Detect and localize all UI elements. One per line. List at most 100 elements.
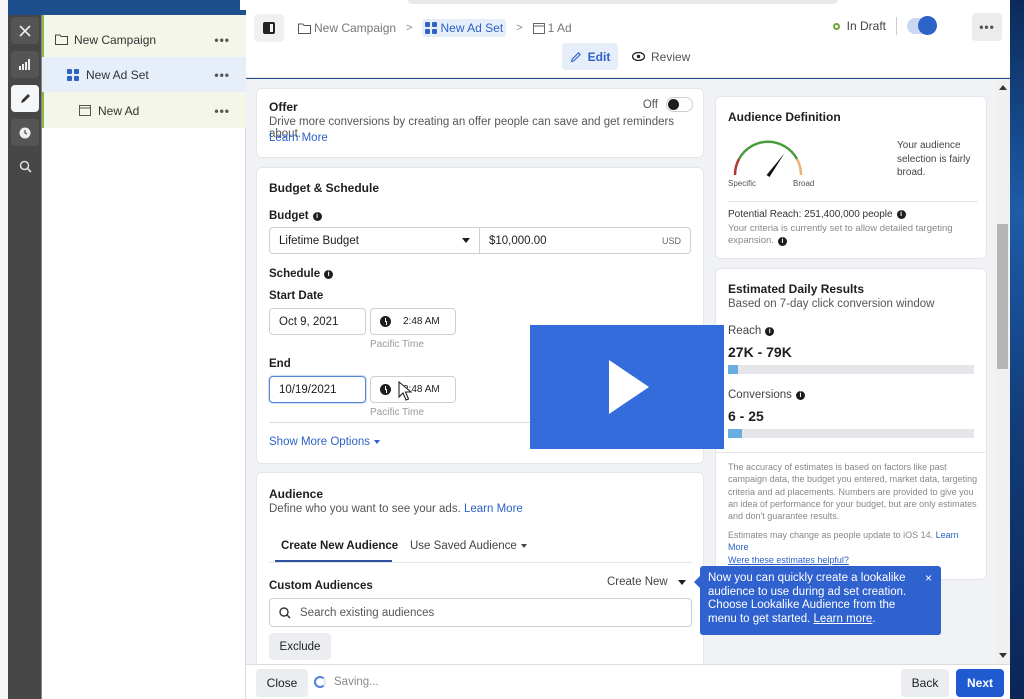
- tree-item-ad-set[interactable]: New Ad Set •••: [42, 57, 246, 92]
- offer-description: Drive more conversions by creating an of…: [269, 116, 675, 140]
- play-icon: [609, 360, 649, 414]
- schedule-label: Schedule i: [269, 268, 334, 280]
- tree-item-label: New Ad Set: [86, 67, 149, 82]
- breadcrumb-separator: >: [406, 22, 413, 34]
- reach-label: Reach i: [728, 325, 775, 337]
- currency-label: USD: [661, 235, 681, 246]
- folder-icon: [54, 34, 68, 46]
- draft-status-dot: [832, 22, 840, 30]
- scrollbar-thumb[interactable]: [997, 224, 1008, 369]
- tab-use-saved-audience[interactable]: Use Saved Audience: [410, 540, 527, 552]
- clock-icon: [380, 384, 391, 395]
- estimated-results-subtitle: Based on 7-day click conversion window: [728, 298, 935, 310]
- audience-learn-more-link[interactable]: Learn More: [464, 503, 523, 515]
- info-icon[interactable]: i: [777, 237, 787, 247]
- audience-description: Define who you want to see your ads. Lea…: [269, 503, 523, 515]
- end-time-input[interactable]: 2:48 AM: [370, 376, 456, 403]
- offer-learn-more-link[interactable]: Learn More: [269, 132, 328, 144]
- tree-item-ad[interactable]: New Ad •••: [42, 93, 246, 128]
- conversions-bar: [728, 429, 974, 438]
- info-icon[interactable]: i: [896, 210, 906, 219]
- offer-title: Offer: [269, 100, 298, 114]
- audience-card: Audience Define who you want to see your…: [256, 472, 704, 664]
- breadcrumb-campaign[interactable]: New Campaign: [298, 21, 396, 35]
- panel-toggle-button[interactable]: [254, 14, 284, 42]
- audience-gauge: [733, 140, 803, 178]
- info-icon[interactable]: i: [324, 269, 334, 279]
- tab-edit[interactable]: Edit: [562, 43, 618, 70]
- gauge-mid-segment: [737, 140, 799, 160]
- more-menu-button[interactable]: •••: [972, 13, 1002, 41]
- close-icon[interactable]: ×: [925, 571, 932, 586]
- budget-type-select[interactable]: Lifetime Budget: [269, 227, 480, 254]
- offer-card: Offer Off Drive more conversions by crea…: [256, 88, 704, 158]
- ad-set-toggle[interactable]: [907, 16, 937, 35]
- close-icon[interactable]: [11, 17, 39, 44]
- estimates-feedback-link[interactable]: Were these estimates helpful?: [728, 555, 849, 565]
- start-time-input[interactable]: 2:48 AM: [370, 308, 456, 335]
- bar-chart-icon[interactable]: [11, 51, 39, 78]
- clock-icon[interactable]: [11, 119, 39, 146]
- saving-indicator: Saving...: [314, 676, 379, 688]
- gauge-broad-label: Broad: [793, 179, 815, 188]
- tooltip-learn-more-link[interactable]: Learn more: [814, 613, 873, 625]
- end-timezone: Pacific Time: [370, 407, 424, 418]
- scroll-down-icon[interactable]: [999, 653, 1007, 658]
- create-new-dropdown[interactable]: Create New: [607, 576, 686, 588]
- chevron-down-icon: [462, 238, 470, 243]
- audience-search-input[interactable]: Search existing audiences: [269, 598, 692, 627]
- gauge-specific-segment: [733, 158, 741, 176]
- chevron-down-icon: [520, 544, 527, 548]
- show-more-options-link[interactable]: Show More Options: [269, 436, 380, 448]
- more-options-icon[interactable]: •••: [214, 104, 230, 118]
- offer-toggle[interactable]: Off: [643, 97, 693, 112]
- editor-footer: Close Saving... Back Next: [246, 664, 1010, 699]
- budget-label: Budget i: [269, 210, 322, 222]
- end-date-input[interactable]: 10/19/2021: [269, 376, 366, 403]
- tree-item-label: New Ad: [98, 103, 140, 118]
- tree-item-campaign[interactable]: New Campaign •••: [42, 22, 246, 57]
- breadcrumb-ad[interactable]: 1 Ad: [532, 21, 572, 35]
- exclude-button[interactable]: Exclude: [269, 633, 331, 660]
- draft-status: In Draft: [832, 16, 937, 35]
- tab-review[interactable]: Review: [632, 43, 690, 70]
- content-scrollbar[interactable]: [996, 79, 1010, 664]
- search-chart-icon[interactable]: [11, 153, 39, 180]
- eye-icon: [632, 52, 645, 61]
- estimates-disclaimer: The accuracy of estimates is based on fa…: [728, 462, 978, 522]
- video-play-button[interactable]: [530, 325, 724, 449]
- editor-header: New Campaign > New Ad Set > 1 Ad In Draf…: [246, 10, 1010, 78]
- budget-amount-input[interactable]: $10,000.00 USD: [479, 227, 691, 254]
- start-date-input[interactable]: Oct 9, 2021: [269, 308, 366, 335]
- pencil-icon[interactable]: [11, 85, 39, 112]
- audience-definition-card: Audience Definition Specific Broad Your …: [715, 96, 987, 259]
- status-badge: In Draft: [846, 19, 886, 33]
- close-button[interactable]: Close: [256, 669, 308, 697]
- back-button[interactable]: Back: [901, 669, 949, 697]
- start-date-label: Start Date: [269, 290, 324, 302]
- folder-icon: [298, 23, 311, 34]
- next-button[interactable]: Next: [956, 669, 1004, 697]
- info-icon[interactable]: i: [312, 211, 322, 221]
- spinner-icon: [314, 676, 326, 688]
- budget-schedule-title: Budget & Schedule: [269, 181, 380, 195]
- info-icon[interactable]: i: [795, 390, 805, 400]
- breadcrumb: New Campaign > New Ad Set > 1 Ad: [298, 19, 572, 37]
- custom-audiences-label: Custom Audiences: [269, 580, 373, 592]
- tab-create-new-audience[interactable]: Create New Audience: [281, 540, 398, 552]
- icon-rail: [8, 15, 42, 699]
- estimated-results-card: Estimated Daily Results Based on 7-day c…: [715, 268, 987, 580]
- reach-bar: [728, 365, 974, 374]
- more-options-icon[interactable]: •••: [214, 68, 230, 82]
- grid-icon: [425, 22, 438, 34]
- info-icon[interactable]: i: [765, 326, 775, 336]
- grid-icon: [66, 68, 80, 81]
- tree-item-label: New Campaign: [74, 32, 157, 47]
- more-options-icon[interactable]: •••: [214, 33, 230, 47]
- conversions-label: Conversions i: [728, 389, 805, 401]
- breadcrumb-ad-set[interactable]: New Ad Set: [422, 19, 507, 37]
- audience-summary: Your audience selection is fairly broad.: [897, 140, 971, 178]
- scroll-up-icon[interactable]: [999, 85, 1007, 90]
- audience-definition-title: Audience Definition: [728, 110, 841, 124]
- gauge-broad-segment: [795, 158, 803, 176]
